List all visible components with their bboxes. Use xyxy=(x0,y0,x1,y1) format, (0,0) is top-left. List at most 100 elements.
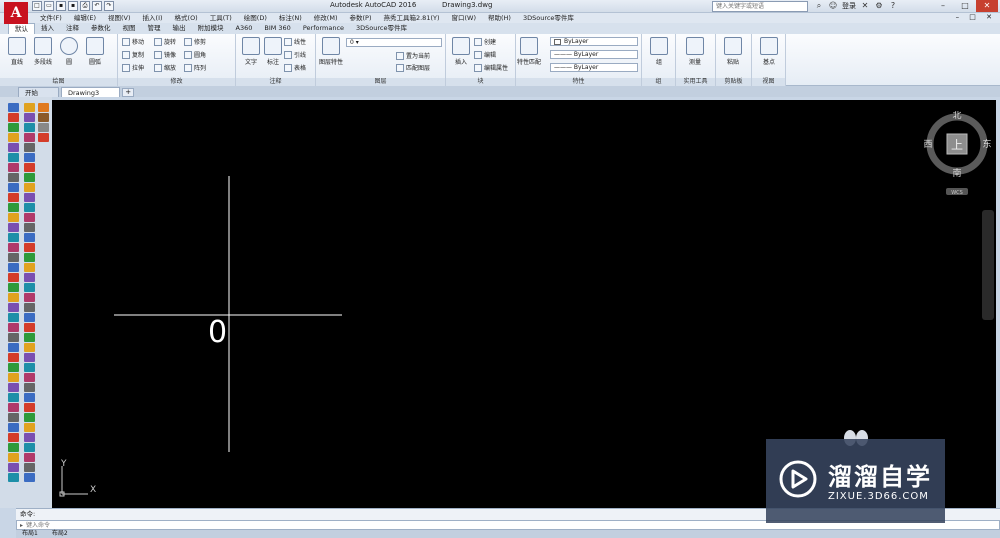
tool-icon[interactable] xyxy=(24,453,35,462)
layer-properties-button[interactable]: 图层特性 xyxy=(318,37,344,66)
tool-icon[interactable] xyxy=(24,413,35,422)
ribbon-tab-4[interactable]: 视图 xyxy=(117,23,142,34)
ribbon-tab-7[interactable]: 附加模块 xyxy=(192,23,230,34)
tool-icon[interactable] xyxy=(8,263,19,272)
close-icon[interactable]: ✕ xyxy=(976,0,998,12)
circle-button[interactable]: 圆 xyxy=(56,37,82,66)
tool-icon[interactable] xyxy=(38,113,49,122)
exchange-icon[interactable]: ✕ xyxy=(860,1,870,11)
menu-item-2[interactable]: 视图(V) xyxy=(102,13,137,23)
tool-icon[interactable] xyxy=(8,393,19,402)
group-button[interactable]: 组 xyxy=(646,37,672,66)
create-block-button[interactable]: 创建 xyxy=(474,37,496,46)
tool-icon[interactable] xyxy=(8,253,19,262)
tool-icon[interactable] xyxy=(24,323,35,332)
menu-window-controls[interactable]: – □ ✕ xyxy=(956,13,996,21)
panel-groups-label[interactable]: 组 xyxy=(642,78,675,86)
tool-icon[interactable] xyxy=(8,273,19,282)
rotate-button[interactable]: 旋转 xyxy=(154,37,176,46)
tool-icon[interactable] xyxy=(8,423,19,432)
tool-icon[interactable] xyxy=(8,213,19,222)
tool-icon[interactable] xyxy=(24,303,35,312)
save-as-icon[interactable]: ▪ xyxy=(68,1,78,11)
tool-icon[interactable] xyxy=(8,193,19,202)
tool-icon[interactable] xyxy=(24,233,35,242)
menu-item-1[interactable]: 编辑(E) xyxy=(68,13,102,23)
tool-icon[interactable] xyxy=(8,163,19,172)
ribbon-tab-10[interactable]: Performance xyxy=(297,23,350,34)
tab-start[interactable]: 开始 xyxy=(18,87,59,97)
open-file-icon[interactable]: ▭ xyxy=(44,1,54,11)
menu-item-6[interactable]: 绘图(D) xyxy=(238,13,273,23)
tool-icon[interactable] xyxy=(8,103,19,112)
layer-dropdown[interactable]: 0 ▾ xyxy=(346,38,442,47)
new-file-icon[interactable]: □ xyxy=(32,1,42,11)
tool-icon[interactable] xyxy=(8,143,19,152)
tool-icon[interactable] xyxy=(24,293,35,302)
tool-icon[interactable] xyxy=(24,353,35,362)
menu-item-13[interactable]: 3DSource零件库 xyxy=(517,13,580,23)
tool-icon[interactable] xyxy=(8,293,19,302)
tool-icon[interactable] xyxy=(8,443,19,452)
tool-icon[interactable] xyxy=(24,373,35,382)
tool-icon[interactable] xyxy=(8,243,19,252)
menu-item-3[interactable]: 插入(I) xyxy=(137,13,169,23)
panel-layers-label[interactable]: 图层 xyxy=(316,78,445,86)
ribbon-tab-5[interactable]: 管理 xyxy=(142,23,167,34)
menu-item-11[interactable]: 窗口(W) xyxy=(446,13,483,23)
menu-item-0[interactable]: 文件(F) xyxy=(34,13,68,23)
color-dropdown[interactable]: ByLayer xyxy=(550,37,638,46)
stretch-button[interactable]: 拉伸 xyxy=(122,63,144,72)
tool-icon[interactable] xyxy=(24,383,35,392)
tool-icon[interactable] xyxy=(8,413,19,422)
panel-block-label[interactable]: 块 xyxy=(446,78,515,86)
tool-icon[interactable] xyxy=(8,463,19,472)
panel-properties-label[interactable]: 特性 xyxy=(516,78,641,86)
menu-item-5[interactable]: 工具(T) xyxy=(204,13,238,23)
measure-button[interactable]: 测量 xyxy=(682,37,708,66)
panel-modify-label[interactable]: 修改 xyxy=(118,78,235,86)
tool-icon[interactable] xyxy=(8,283,19,292)
tool-icon[interactable] xyxy=(8,183,19,192)
ribbon-tab-9[interactable]: BIM 360 xyxy=(258,23,296,34)
tool-icon[interactable] xyxy=(24,313,35,322)
tool-icon[interactable] xyxy=(8,363,19,372)
redo-icon[interactable]: ↷ xyxy=(104,1,114,11)
tool-icon[interactable] xyxy=(38,133,49,142)
tool-icon[interactable] xyxy=(8,153,19,162)
tool-icon[interactable] xyxy=(24,133,35,142)
tool-icon[interactable] xyxy=(24,263,35,272)
paste-button[interactable]: 粘贴 xyxy=(720,37,746,66)
tool-icon[interactable] xyxy=(8,403,19,412)
tool-icon[interactable] xyxy=(24,473,35,482)
trim-button[interactable]: 修剪 xyxy=(184,37,206,46)
arc-button[interactable]: 圆弧 xyxy=(82,37,108,66)
tool-icon[interactable] xyxy=(8,433,19,442)
dimension-button[interactable]: 标注 xyxy=(260,37,286,66)
login-button[interactable]: 登录 xyxy=(842,1,856,11)
tool-icon[interactable] xyxy=(8,113,19,122)
tool-icon[interactable] xyxy=(8,343,19,352)
tool-icon[interactable] xyxy=(8,133,19,142)
ribbon-tab-2[interactable]: 注释 xyxy=(60,23,85,34)
compass-south[interactable]: 南 xyxy=(952,167,961,179)
edit-attr-button[interactable]: 编辑属性 xyxy=(474,63,508,72)
mirror-button[interactable]: 镜像 xyxy=(154,50,176,59)
tool-icon[interactable] xyxy=(24,213,35,222)
leader-button[interactable]: 引线 xyxy=(284,50,306,59)
menu-item-7[interactable]: 标注(N) xyxy=(273,13,308,23)
compass-west[interactable]: 西 xyxy=(923,139,932,150)
polyline-button[interactable]: 多段线 xyxy=(30,37,56,66)
binoculars-icon[interactable]: ⌕ xyxy=(814,1,824,11)
ribbon-tab-1[interactable]: 插入 xyxy=(35,23,60,34)
ribbon-tab-11[interactable]: 3DSource零件库 xyxy=(350,23,413,34)
viewcube[interactable]: 上 北 南 东 西 WCS xyxy=(922,110,992,197)
tool-icon[interactable] xyxy=(24,103,35,112)
ribbon-tab-6[interactable]: 输出 xyxy=(167,23,192,34)
menu-item-9[interactable]: 参数(P) xyxy=(343,13,377,23)
ribbon-tab-3[interactable]: 参数化 xyxy=(85,23,117,34)
ribbon-tab-8[interactable]: A360 xyxy=(230,23,259,34)
tool-icon[interactable] xyxy=(8,223,19,232)
tab-layout2[interactable]: 布局2 xyxy=(46,530,74,538)
tool-icon[interactable] xyxy=(24,183,35,192)
